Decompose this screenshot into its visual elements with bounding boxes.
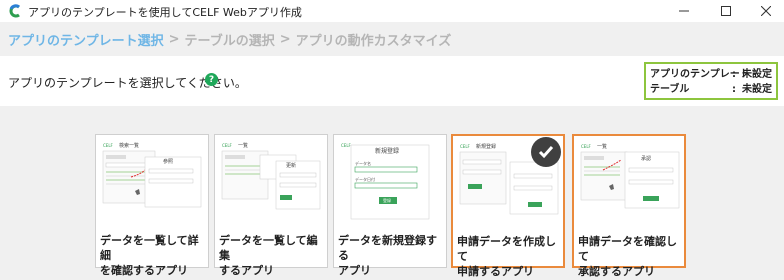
- breadcrumb-step-customize: アプリの動作カスタマイズ: [295, 33, 452, 49]
- selection-status-box: アプリのテンプレート : 未設定 テーブル : 未設定: [644, 62, 778, 100]
- new-register-thumbnail: CELF 新規登録 データ名 データ日付 登録: [339, 139, 441, 221]
- card-label: データを一覧して詳細 を確認するアプリ: [100, 234, 199, 277]
- status-colon: :: [732, 84, 736, 95]
- status-table-row: テーブル : 未設定: [650, 82, 772, 97]
- template-card-list-detail[interactable]: CELF 検索一覧 参照 データを一覧して詳細 を確認するアプリ: [95, 134, 209, 277]
- svg-text:新規登録: 新規登録: [375, 147, 399, 155]
- card-label: データを一覧して編集 するアプリ: [219, 234, 318, 277]
- svg-text:CELF: CELF: [460, 144, 471, 149]
- svg-text:検索一覧: 検索一覧: [119, 142, 139, 149]
- svg-text:データ名: データ名: [355, 160, 371, 166]
- minimize-button[interactable]: [664, 0, 704, 22]
- breadcrumb-separator: >: [168, 31, 180, 47]
- svg-text:更新: 更新: [286, 162, 296, 169]
- help-icon[interactable]: ?: [205, 73, 218, 86]
- svg-text:一覧: 一覧: [238, 142, 248, 149]
- minimize-icon: [679, 10, 689, 12]
- status-table-label: テーブル: [650, 84, 690, 95]
- status-template-label: アプリのテンプレート: [650, 69, 750, 80]
- svg-text:CELF: CELF: [222, 143, 233, 148]
- svg-text:CELF: CELF: [103, 143, 114, 148]
- celf-logo-icon: [9, 4, 20, 18]
- template-card-list-edit[interactable]: CELF 一覧 更新 データを一覧して編集 するアプリ: [214, 134, 328, 277]
- card-label: データを新規登録する アプリ: [338, 234, 437, 277]
- template-card-new-register[interactable]: CELF 新規登録 データ名 データ日付 登録 データを新規登録する アプリ: [333, 134, 447, 277]
- selected-check-icon: [531, 137, 561, 167]
- svg-text:新規登録: 新規登録: [476, 143, 496, 150]
- breadcrumb-separator: >: [279, 31, 291, 47]
- status-table-value: 未設定: [742, 84, 772, 95]
- svg-text:CELF: CELF: [581, 144, 592, 149]
- svg-text:一覧: 一覧: [597, 143, 607, 150]
- breadcrumb: アプリのテンプレート選択 > テーブルの選択 > アプリの動作カスタマイズ: [0, 22, 784, 56]
- breadcrumb-step-template: アプリのテンプレート選択: [8, 33, 164, 49]
- svg-text:承認: 承認: [641, 155, 651, 162]
- list-detail-thumbnail: CELF 検索一覧 参照: [101, 139, 203, 221]
- svg-text:データ日付: データ日付: [355, 176, 375, 182]
- svg-text:登録: 登録: [383, 197, 391, 203]
- maximize-icon: [721, 6, 731, 16]
- approve-thumbnail: CELF 一覧 承認: [579, 140, 681, 222]
- card-label: 申請データを作成して 申請するアプリ: [457, 235, 556, 278]
- close-button[interactable]: [746, 0, 784, 22]
- breadcrumb-step-table: テーブルの選択: [184, 33, 275, 49]
- template-card-apply[interactable]: CELF 新規登録 申請データを作成して 申請するアプリ: [451, 134, 565, 278]
- template-card-approve[interactable]: CELF 一覧 承認 申請データを確認して 承認するアプリ: [572, 134, 686, 278]
- status-template-row: アプリのテンプレート : 未設定: [650, 67, 772, 82]
- list-edit-thumbnail: CELF 一覧 更新: [220, 139, 322, 221]
- close-icon: [761, 6, 771, 16]
- status-template-value: 未設定: [742, 69, 772, 80]
- window-titlebar: アプリのテンプレートを使用してCELF Webアプリ作成: [0, 0, 784, 22]
- svg-text:CELF: CELF: [341, 143, 352, 148]
- status-colon: :: [732, 69, 736, 80]
- svg-text:参照: 参照: [163, 158, 173, 165]
- window-title: アプリのテンプレートを使用してCELF Webアプリ作成: [28, 6, 302, 19]
- card-label: 申請データを確認して 承認するアプリ: [578, 235, 677, 278]
- maximize-button[interactable]: [706, 0, 746, 22]
